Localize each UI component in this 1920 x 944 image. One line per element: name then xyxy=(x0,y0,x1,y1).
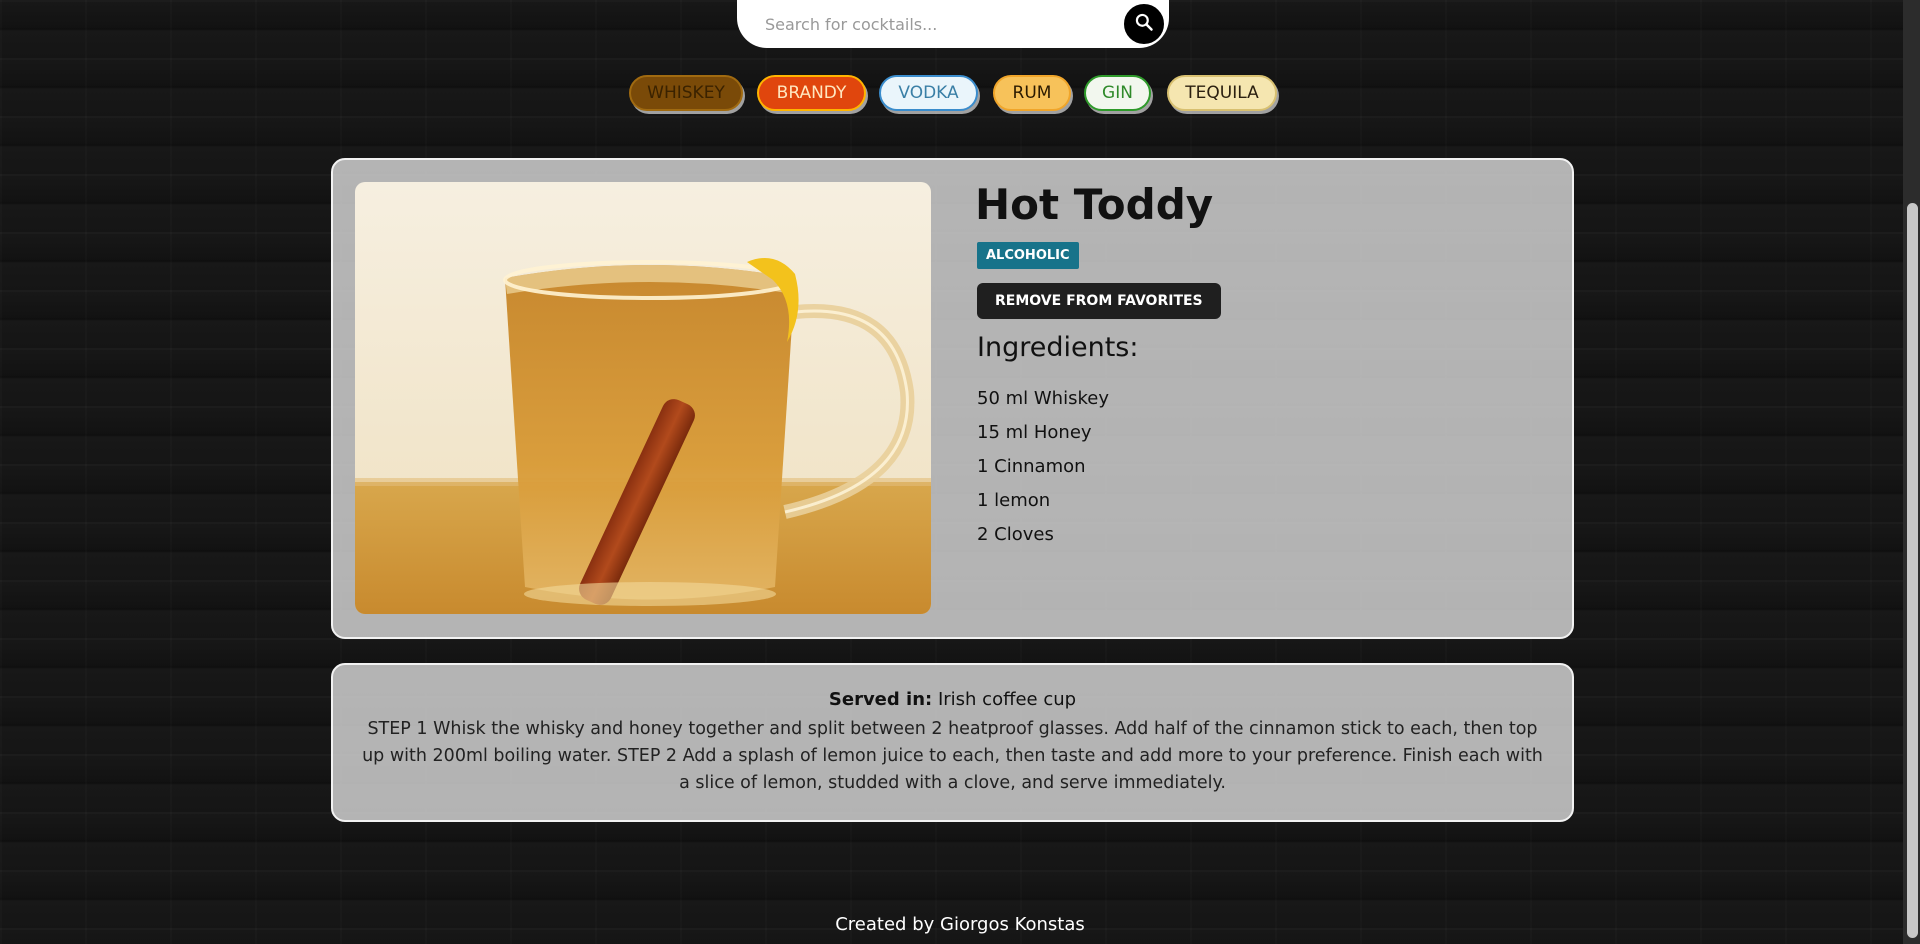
category-tequila[interactable]: TEQUILA xyxy=(1167,75,1277,111)
category-filters: WHISKEY BRANDY VODKA RUM GIN TEQUILA xyxy=(0,75,1920,115)
ingredient-item: 2 Cloves xyxy=(977,524,1054,545)
served-in-label: Served in: xyxy=(828,689,933,710)
scrollbar[interactable] xyxy=(1903,0,1920,944)
ingredients-list: 50 ml Whiskey 15 ml Honey 1 Cinnamon 1 l… xyxy=(977,382,1109,552)
scrollbar-thumb[interactable] xyxy=(1907,203,1918,938)
category-rum[interactable]: RUM xyxy=(993,75,1071,111)
instructions-text: STEP 1 Whisk the whisky and honey togeth… xyxy=(362,719,1543,793)
alcoholic-badge: ALCOHOLIC xyxy=(977,242,1079,269)
instructions-card: Served in: Irish coffee cup STEP 1 Whisk… xyxy=(331,663,1574,822)
cocktail-image xyxy=(355,182,931,614)
glass-type: Irish coffee cup xyxy=(937,689,1077,710)
category-gin[interactable]: GIN xyxy=(1084,75,1151,111)
search-bar xyxy=(737,0,1169,48)
footer-credit: Created by Giorgos Konstas xyxy=(835,914,1085,935)
ingredient-item: 1 Cinnamon xyxy=(977,456,1086,477)
cocktail-name: Hot Toddy xyxy=(975,180,1214,229)
category-vodka[interactable]: VODKA xyxy=(879,75,978,111)
search-button[interactable] xyxy=(1122,2,1166,46)
ingredient-item: 1 lemon xyxy=(977,490,1051,511)
category-whiskey[interactable]: WHISKEY xyxy=(629,75,743,111)
cocktail-card: Hot Toddy ALCOHOLIC REMOVE FROM FAVORITE… xyxy=(331,158,1574,639)
ingredient-item: 15 ml Honey xyxy=(977,422,1092,443)
search-icon xyxy=(1134,12,1154,36)
remove-from-favorites-button[interactable]: REMOVE FROM FAVORITES xyxy=(977,283,1221,319)
ingredients-heading: Ingredients: xyxy=(977,332,1139,363)
ingredient-item: 50 ml Whiskey xyxy=(977,388,1109,409)
category-brandy[interactable]: BRANDY xyxy=(757,75,866,111)
search-input[interactable] xyxy=(763,6,1097,42)
served-in: Served in: Irish coffee cup xyxy=(333,689,1572,710)
